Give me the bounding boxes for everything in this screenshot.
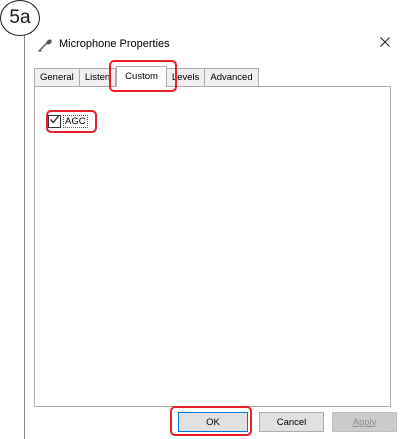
tab-listen[interactable]: Listen [79,68,117,86]
tab-custom[interactable]: Custom [116,66,167,87]
window-title: Microphone Properties [59,38,170,50]
close-icon [380,34,390,52]
tab-general[interactable]: General [34,68,80,86]
agc-label[interactable]: AGC [63,114,88,128]
title-bar[interactable]: Microphone Properties [25,20,400,62]
apply-button[interactable]: Apply [332,412,397,432]
tab-levels[interactable]: Levels [166,68,206,86]
tab-advanced[interactable]: Advanced [205,68,259,86]
close-button[interactable] [374,33,396,53]
agc-checkbox[interactable] [48,112,61,130]
ok-button[interactable]: OK [178,412,248,432]
cancel-button[interactable]: Cancel [259,412,324,432]
checkmark-icon [49,112,60,130]
agc-option[interactable]: AGC [48,114,88,128]
step-label: 5a [0,0,40,36]
custom-tab-panel: AGC [34,86,391,407]
microphone-properties-dialog: Microphone Properties General Listen Cus… [24,20,400,439]
tab-strip: General Listen Custom Levels Advanced [34,66,259,87]
microphone-icon [37,38,55,52]
